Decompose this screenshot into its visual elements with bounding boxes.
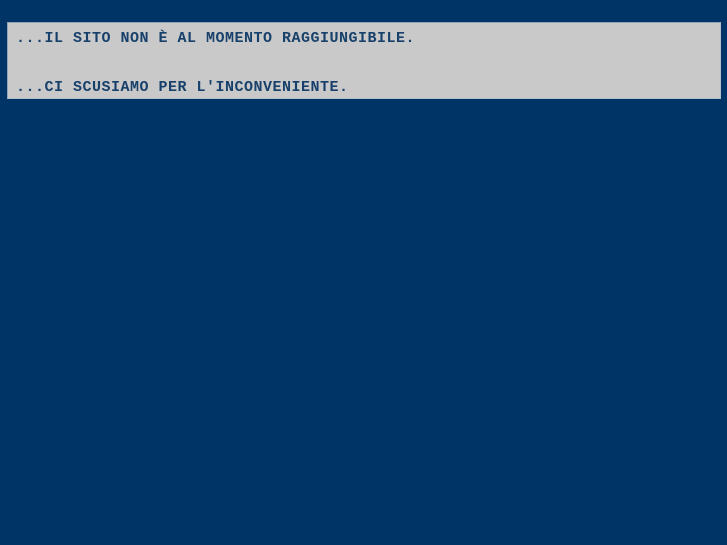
notice-message-primary: ...IL SITO NON È AL MOMENTO RAGGIUNGIBIL…: [16, 30, 416, 47]
site-unavailable-notice: ...IL SITO NON È AL MOMENTO RAGGIUNGIBIL…: [7, 22, 721, 99]
error-page: ...IL SITO NON È AL MOMENTO RAGGIUNGIBIL…: [0, 0, 727, 545]
empty-page-background: [0, 99, 727, 545]
notice-message-apology: ...CI SCUSIAMO PER L'INCONVENIENTE.: [16, 79, 349, 96]
